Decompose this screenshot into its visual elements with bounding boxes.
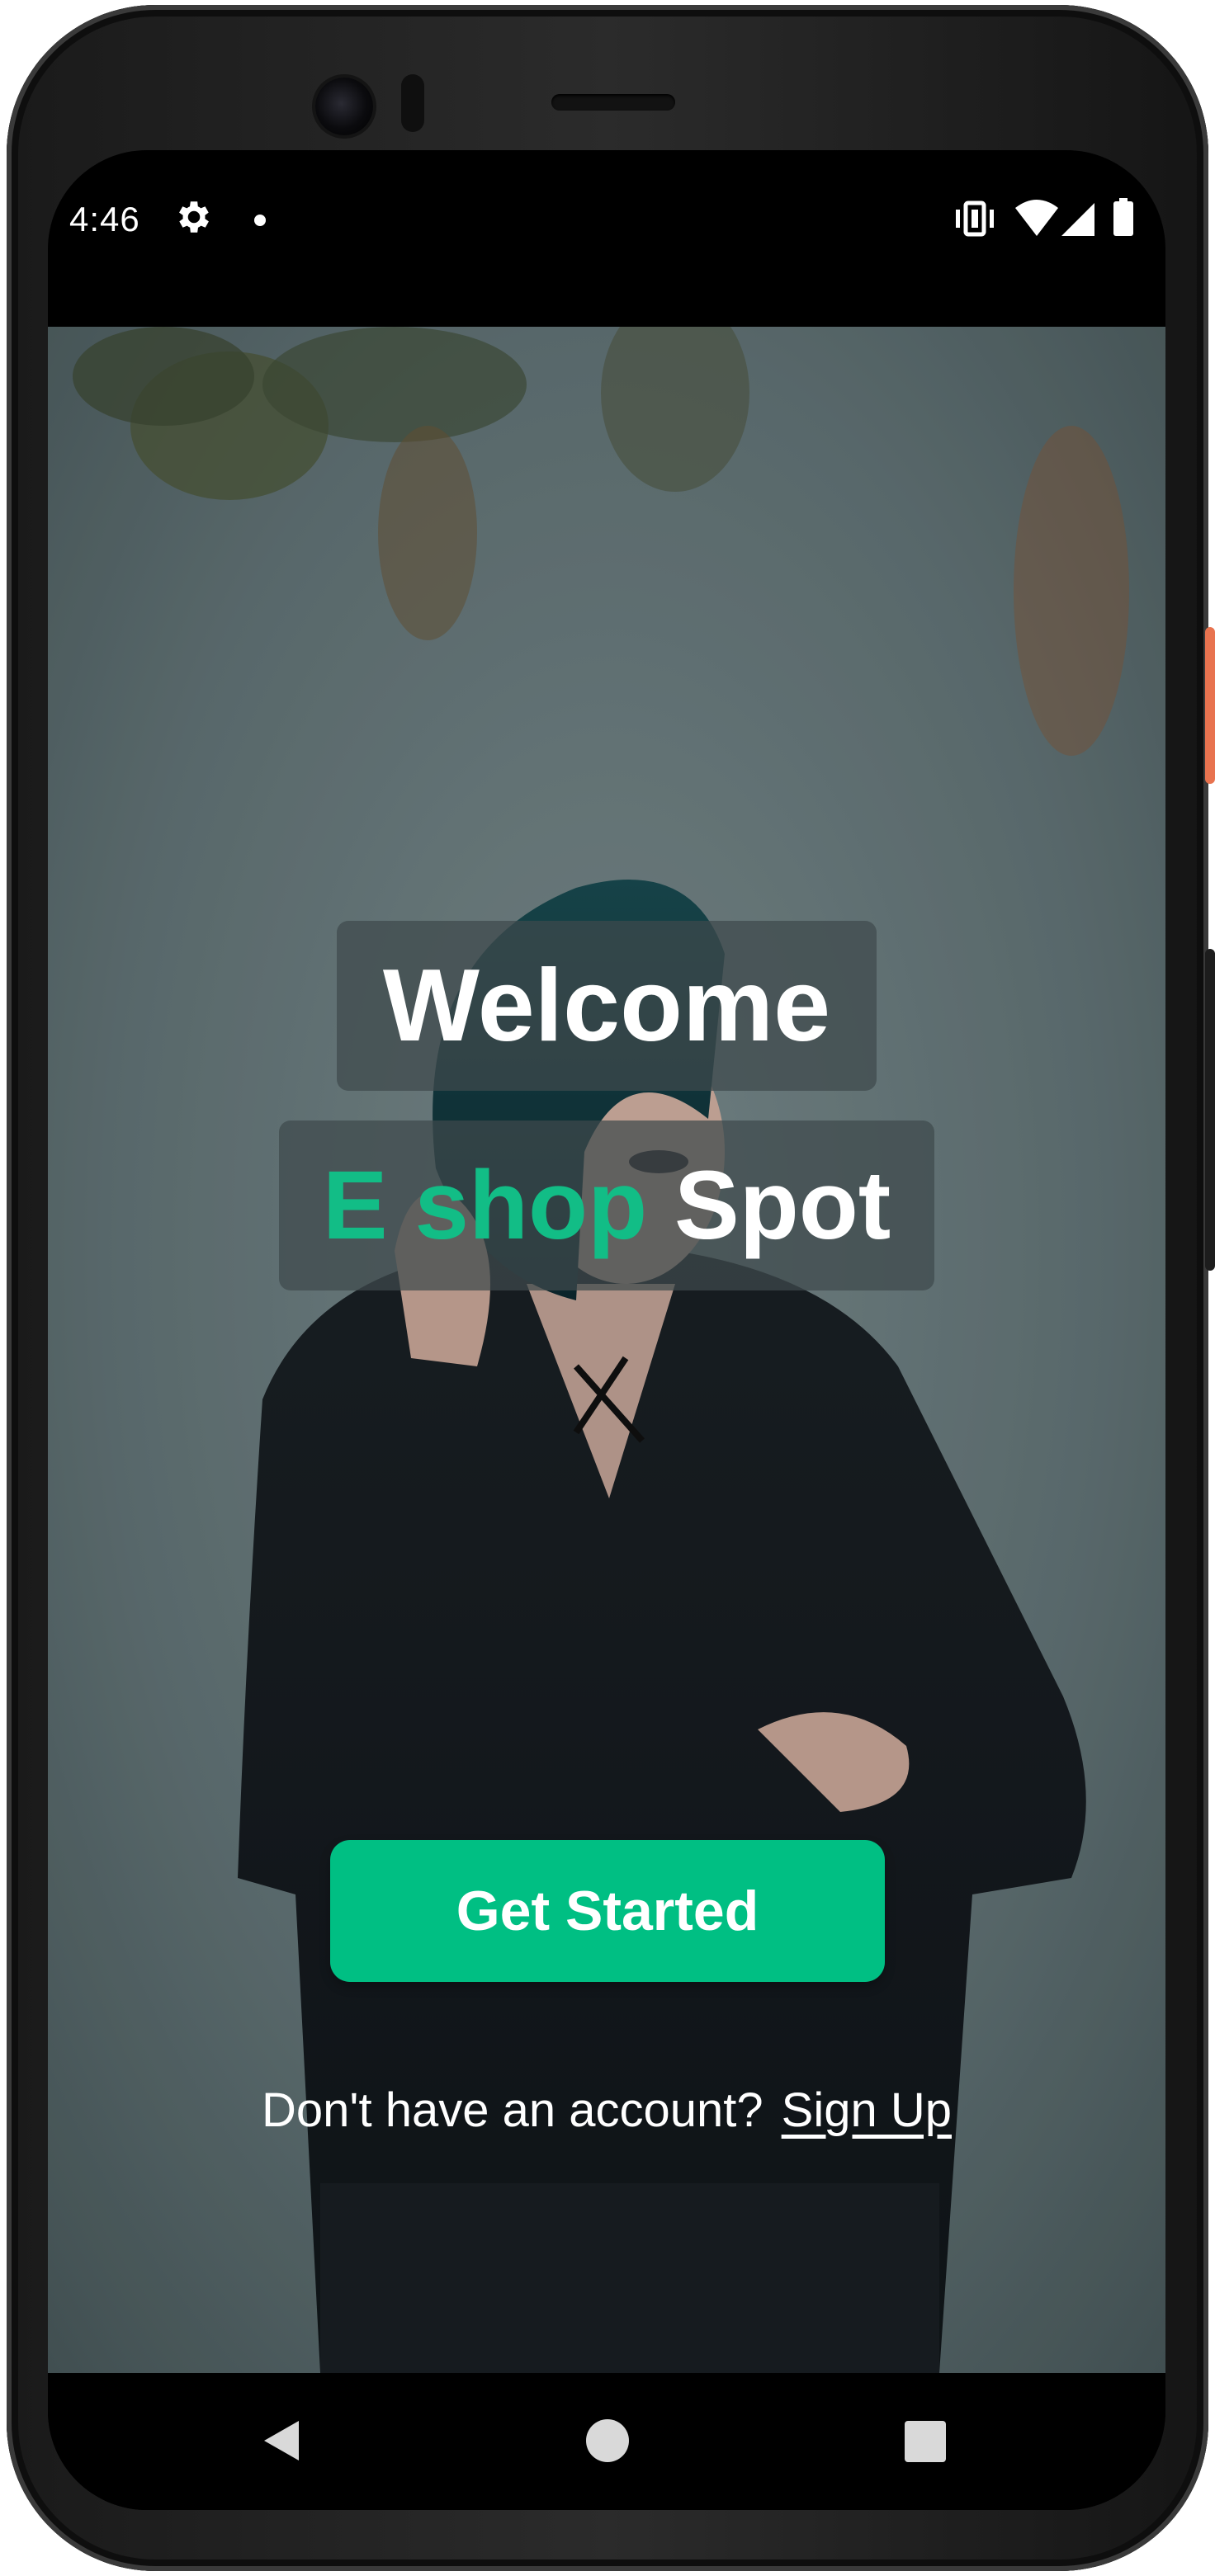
volume-rocker: [1205, 949, 1215, 1271]
sign-up-link[interactable]: Sign Up: [782, 2083, 952, 2137]
settings-icon: [179, 201, 209, 233]
recents-icon[interactable]: [905, 2421, 946, 2462]
welcome-title: Welcome: [337, 921, 877, 1091]
signup-row: Don't have an account? Sign Up: [48, 2083, 1165, 2138]
signup-prompt: Don't have an account?: [262, 2083, 764, 2137]
device-screen: 4:46 Welcome E shop Spot Get Started Don…: [48, 150, 1165, 2510]
front-camera: [315, 78, 373, 135]
navigation-bar: [48, 2373, 1165, 2510]
vibrate-icon: [956, 201, 994, 237]
home-icon[interactable]: [586, 2419, 629, 2462]
power-button: [1205, 627, 1215, 784]
proximity-sensor: [401, 74, 424, 132]
earpiece-speaker: [551, 94, 675, 111]
brand-rest-text: Spot: [674, 1151, 891, 1260]
status-time: 4:46: [69, 200, 140, 238]
system-status-icons: [956, 198, 1133, 237]
back-icon[interactable]: [258, 2416, 307, 2465]
notification-dot-icon: [254, 215, 266, 226]
wifi-icon: [1015, 200, 1058, 236]
welcome-screen: Welcome E shop Spot Get Started Don't ha…: [48, 327, 1165, 2373]
get-started-button[interactable]: Get Started: [330, 1840, 885, 1982]
brand-accent-text: E shop: [322, 1151, 648, 1260]
welcome-title-text: Welcome: [382, 949, 831, 1063]
signal-icon: [1061, 203, 1094, 236]
battery-icon: [1113, 198, 1133, 236]
background-photo: [48, 327, 1165, 2373]
status-bar: 4:46: [48, 150, 1165, 327]
brand-title: E shop Spot: [279, 1121, 934, 1290]
